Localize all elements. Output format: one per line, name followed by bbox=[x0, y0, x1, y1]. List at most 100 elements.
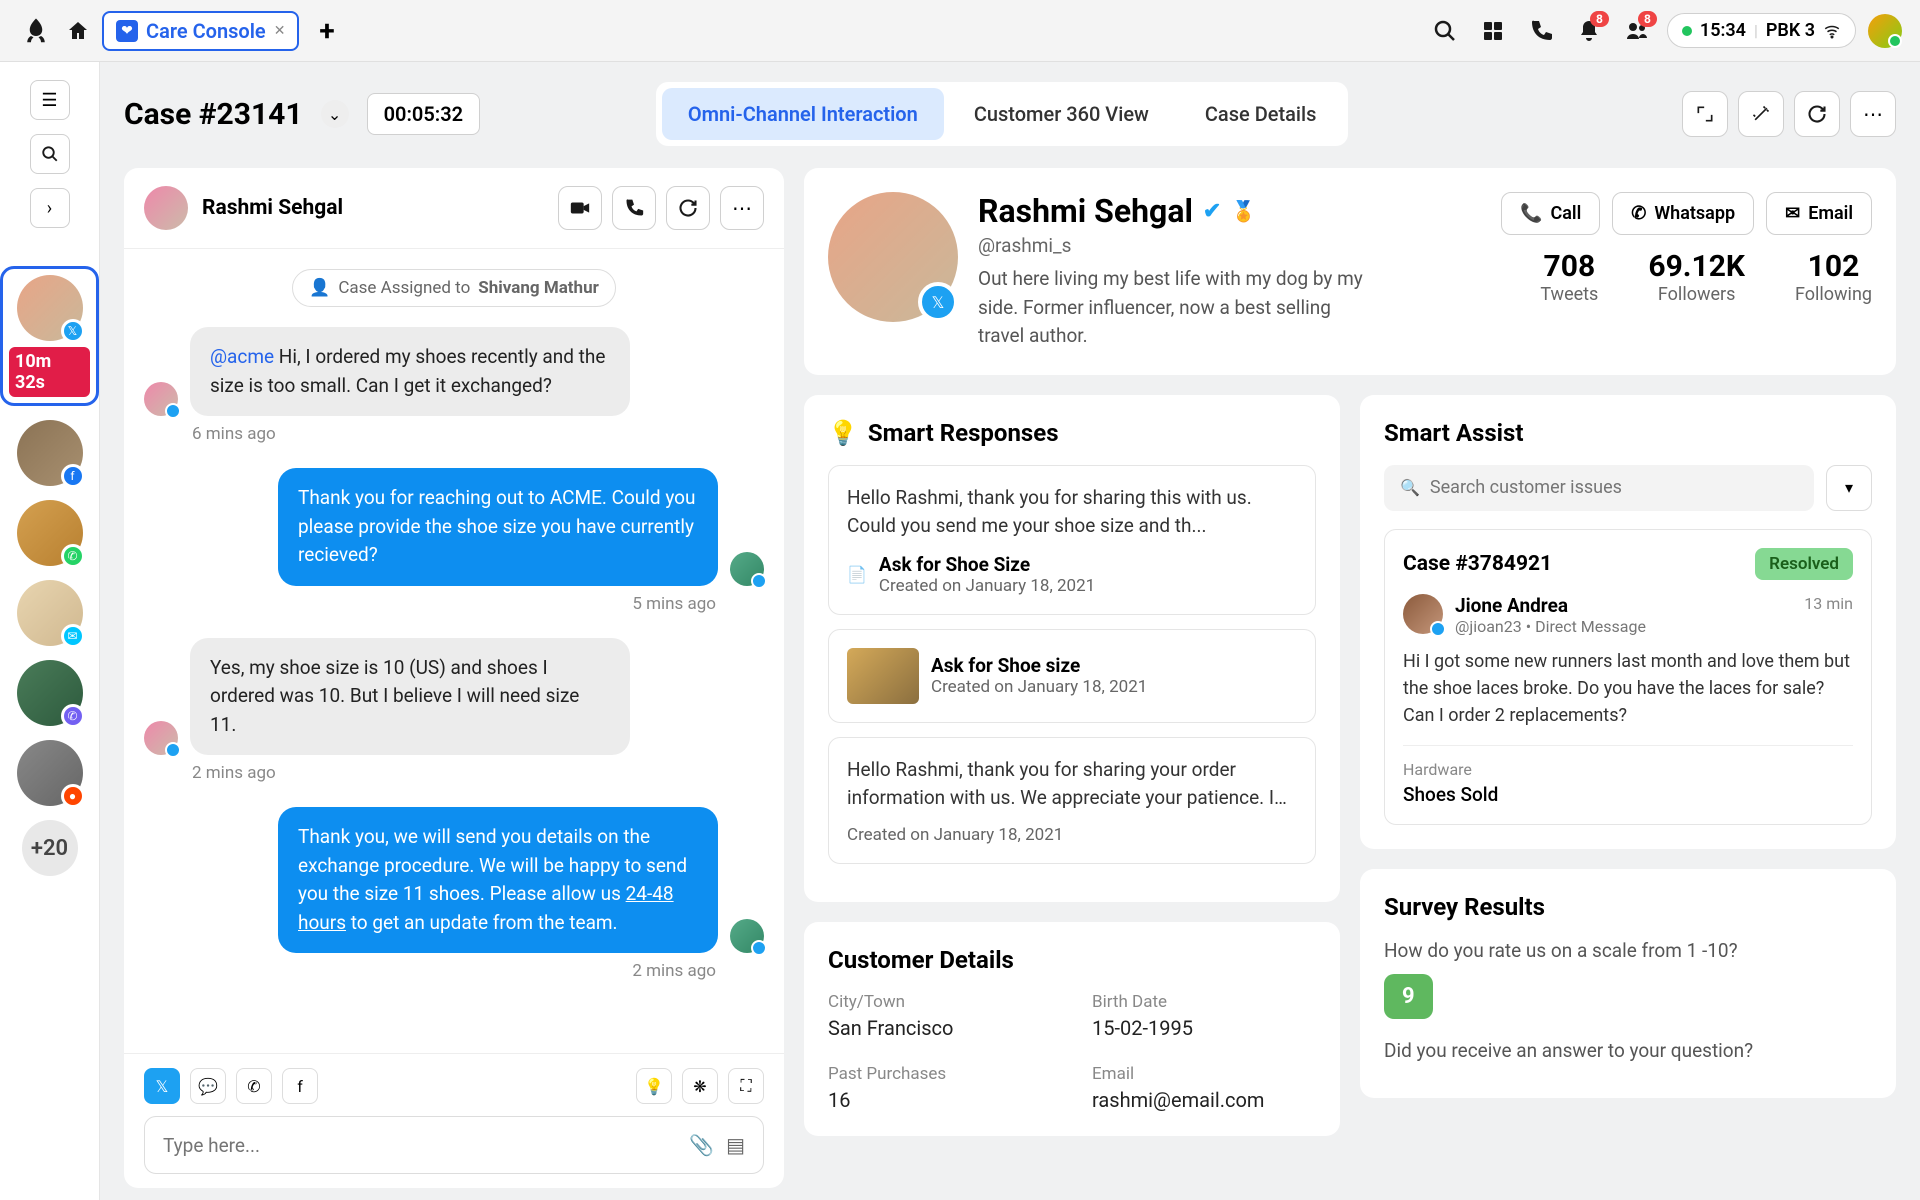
queue-timer: 10m 32s bbox=[9, 347, 90, 397]
profile-bio: Out here living my best life with my dog… bbox=[978, 265, 1378, 351]
apps-icon[interactable] bbox=[1475, 13, 1511, 49]
response-item[interactable]: Ask for Shoe sizeCreated on January 18, … bbox=[828, 629, 1316, 723]
expand-icon[interactable]: ⛶ bbox=[728, 1068, 764, 1104]
response-thumbnail bbox=[847, 648, 919, 704]
messenger-icon: ✉ bbox=[61, 624, 85, 648]
profile-avatar: 𝕏 bbox=[828, 192, 958, 322]
case-header: Case #23141 ⌄ 00:05:32 Omni-Channel Inte… bbox=[124, 82, 1896, 146]
msg-avatar bbox=[730, 552, 764, 586]
reddit-icon: ● bbox=[61, 784, 85, 808]
queue-more[interactable]: +20 bbox=[22, 820, 78, 876]
menu-icon[interactable]: ☰ bbox=[30, 80, 70, 120]
bell-icon[interactable]: 8 bbox=[1571, 13, 1607, 49]
smart-assist-card: Smart Assist 🔍 ▾ Case #3784921Resolved J… bbox=[1360, 395, 1896, 849]
template-icon[interactable]: ▤ bbox=[726, 1133, 745, 1157]
chevron-right-icon[interactable]: › bbox=[30, 188, 70, 228]
chat-panel: Rashmi Sehgal ⋯ 👤Case Assigned to Shivan… bbox=[124, 168, 784, 1188]
profile-name: Rashmi Sehgal bbox=[978, 192, 1193, 230]
profile-handle: @rashmi_s bbox=[978, 234, 1481, 257]
queue-item[interactable]: ✆ bbox=[17, 660, 83, 726]
search-icon[interactable] bbox=[1427, 13, 1463, 49]
facebook-icon: f bbox=[61, 464, 85, 488]
clock-time: 15:34 bbox=[1700, 20, 1746, 41]
close-icon[interactable]: ✕ bbox=[274, 23, 286, 39]
case-dropdown[interactable]: ⌄ bbox=[321, 100, 349, 128]
tab-360[interactable]: Customer 360 View bbox=[948, 88, 1175, 140]
chat-avatar bbox=[144, 186, 188, 230]
message-input[interactable] bbox=[163, 1134, 677, 1157]
message-out: Thank you, we will send you details on t… bbox=[144, 807, 764, 953]
refresh-icon[interactable] bbox=[1794, 91, 1840, 137]
magic-icon[interactable] bbox=[1738, 91, 1784, 137]
chat-customer-name: Rashmi Sehgal bbox=[202, 196, 343, 220]
collapse-icon[interactable] bbox=[1682, 91, 1728, 137]
add-tab-button[interactable]: + bbox=[319, 14, 334, 47]
msg-avatar bbox=[144, 382, 178, 416]
suggest-icon[interactable]: 💡 bbox=[636, 1068, 672, 1104]
channel-sms[interactable]: 💬 bbox=[190, 1068, 226, 1104]
message-input-box: 📎 ▤ bbox=[144, 1116, 764, 1174]
customer-details-card: Customer Details City/TownSan Francisco … bbox=[804, 922, 1340, 1136]
user-avatar[interactable] bbox=[1868, 14, 1902, 48]
status-badge: Resolved bbox=[1755, 548, 1853, 580]
channel-whatsapp[interactable]: ✆ bbox=[236, 1068, 272, 1104]
message-in: Yes, my shoe size is 10 (US) and shoes I… bbox=[144, 638, 764, 756]
phone-icon[interactable] bbox=[1523, 13, 1559, 49]
call-icon[interactable] bbox=[612, 186, 656, 230]
tab-details[interactable]: Case Details bbox=[1179, 88, 1343, 140]
home-icon[interactable] bbox=[66, 19, 90, 43]
profile-card: 𝕏 Rashmi Sehgal✔🏅 @rashmi_s Out here liv… bbox=[804, 168, 1896, 375]
video-icon[interactable] bbox=[558, 186, 602, 230]
case-title: Case #23141 bbox=[124, 97, 303, 132]
topbar: ❤ Care Console ✕ + 8 8 15:34 | PBK 3 bbox=[0, 0, 1920, 62]
call-button[interactable]: 📞Call bbox=[1501, 192, 1600, 235]
case-user-avatar bbox=[1403, 594, 1443, 634]
channel-facebook[interactable]: f bbox=[282, 1068, 318, 1104]
search-icon: 🔍 bbox=[1400, 478, 1420, 497]
survey-card: Survey Results How do you rate us on a s… bbox=[1360, 869, 1896, 1098]
queue-item[interactable]: ● bbox=[17, 740, 83, 806]
assigned-pill: 👤Case Assigned to Shivang Mathur bbox=[292, 269, 616, 307]
stat-following: 102 bbox=[1795, 249, 1872, 284]
chat-messages: 👤Case Assigned to Shivang Mathur @acme H… bbox=[124, 249, 784, 1053]
assist-search-input[interactable] bbox=[1430, 477, 1798, 498]
brand-icon[interactable]: ❋ bbox=[682, 1068, 718, 1104]
whatsapp-button[interactable]: ✆Whatsapp bbox=[1612, 192, 1754, 235]
chat-more-icon[interactable]: ⋯ bbox=[720, 186, 764, 230]
email-icon: ✉ bbox=[1785, 203, 1800, 224]
whatsapp-icon: ✆ bbox=[61, 544, 85, 568]
survey-score: 9 bbox=[1384, 974, 1433, 1019]
attach-icon[interactable]: 📎 bbox=[689, 1133, 714, 1157]
response-item[interactable]: Hello Rashmi, thank you for sharing this… bbox=[828, 465, 1316, 615]
queue-item[interactable]: ✉ bbox=[17, 580, 83, 646]
heart-icon: ❤ bbox=[116, 20, 138, 42]
timestamp: 2 mins ago bbox=[144, 961, 716, 981]
refresh-chat-icon[interactable] bbox=[666, 186, 710, 230]
message-out: Thank you for reaching out to ACME. Coul… bbox=[144, 468, 764, 586]
timestamp: 6 mins ago bbox=[192, 424, 764, 444]
tab-omni[interactable]: Omni-Channel Interaction bbox=[662, 88, 944, 140]
queue-item-active[interactable]: 𝕏 10m 32s bbox=[0, 266, 99, 406]
smart-responses-card: 💡Smart Responses Hello Rashmi, thank you… bbox=[804, 395, 1340, 902]
queue-item[interactable]: f bbox=[17, 420, 83, 486]
network-label: PBK 3 bbox=[1766, 20, 1815, 41]
people-icon[interactable]: 8 bbox=[1619, 13, 1655, 49]
rail-search-icon[interactable] bbox=[30, 134, 70, 174]
filter-icon[interactable]: ▾ bbox=[1826, 465, 1872, 511]
channel-twitter[interactable]: 𝕏 bbox=[144, 1068, 180, 1104]
queue-item[interactable]: ✆ bbox=[17, 500, 83, 566]
timestamp: 5 mins ago bbox=[144, 594, 716, 614]
response-item[interactable]: Hello Rashmi, thank you for sharing your… bbox=[828, 737, 1316, 864]
related-case[interactable]: Case #3784921Resolved Jione Andrea@jioan… bbox=[1384, 529, 1872, 825]
notif-badge: 8 bbox=[1590, 11, 1609, 27]
phone-icon: 📞 bbox=[1520, 203, 1542, 224]
viber-icon: ✆ bbox=[61, 704, 85, 728]
workspace-tab[interactable]: ❤ Care Console ✕ bbox=[102, 11, 299, 51]
more-icon[interactable]: ⋯ bbox=[1850, 91, 1896, 137]
msg-avatar bbox=[730, 919, 764, 953]
left-rail: ☰ › 𝕏 10m 32s f ✆ ✉ ✆ ● +20 bbox=[0, 62, 100, 1200]
status-chip[interactable]: 15:34 | PBK 3 bbox=[1667, 13, 1856, 48]
bulb-icon: 💡 bbox=[828, 419, 858, 447]
doc-icon: 📄 bbox=[847, 565, 867, 584]
email-button[interactable]: ✉Email bbox=[1766, 192, 1872, 235]
